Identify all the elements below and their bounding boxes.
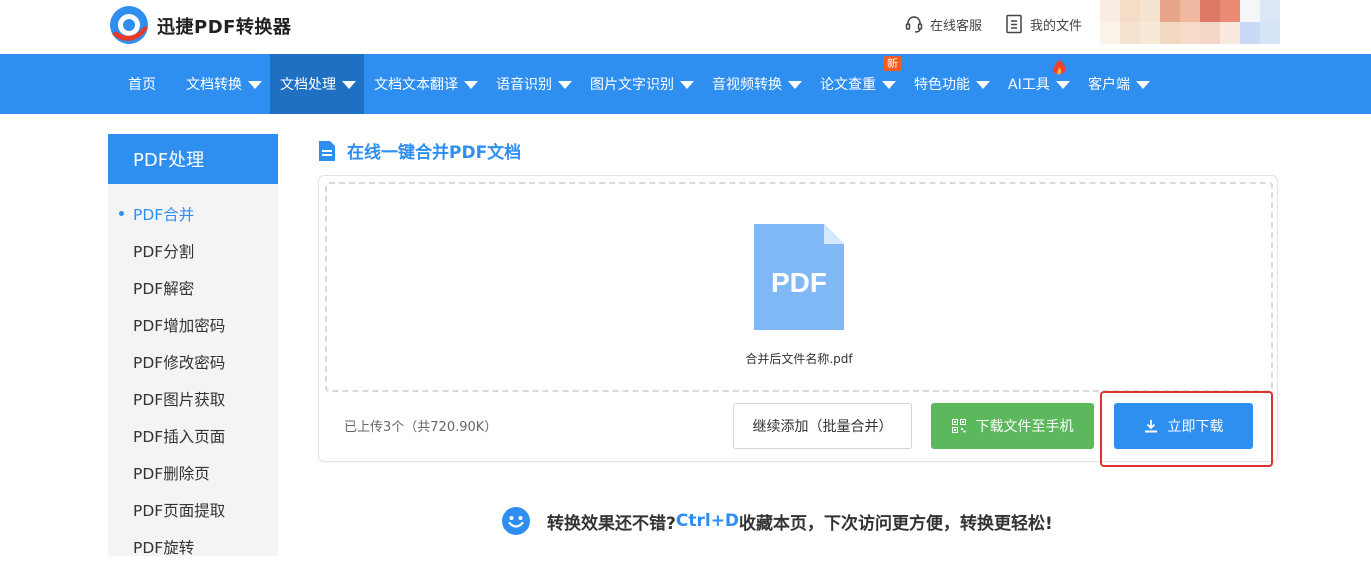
merged-file-name: 合并后文件名称.pdf <box>745 352 853 366</box>
download-now-label: 立即下载 <box>1167 419 1224 435</box>
nav-doc-process-label: 文档处理 <box>280 77 336 93</box>
upload-status: 已上传3个（共720.90K） <box>344 420 498 435</box>
nav-doc-process[interactable]: 文档处理 <box>270 54 364 114</box>
chevron-down-icon <box>558 81 572 89</box>
sidebar-item-label: PDF解密 <box>133 279 195 298</box>
chevron-down-icon <box>680 81 694 89</box>
tip-text-before: 转换效果还不错? <box>547 513 676 534</box>
file-list-icon <box>1006 14 1022 34</box>
merge-panel: PDF 合并后文件名称.pdf 已上传3个（共720.90K） 继续添加（批量合… <box>318 175 1278 462</box>
nav-doc-convert-label: 文档转换 <box>186 77 242 93</box>
nav-doc-convert[interactable]: 文档转换 <box>178 54 262 114</box>
chevron-down-icon <box>882 81 896 89</box>
download-to-phone-label: 下载文件至手机 <box>975 419 1074 435</box>
chevron-down-icon <box>1136 81 1150 89</box>
chevron-down-icon <box>464 81 478 89</box>
nav-doc-translate-label: 文档文本翻译 <box>374 77 458 93</box>
nav-speech-recognition[interactable]: 语音识别 <box>496 54 572 114</box>
brand-name[interactable]: 迅捷PDF转换器 <box>157 13 291 39</box>
nav-home-label: 首页 <box>128 77 156 93</box>
my-files-label: 我的文件 <box>1030 18 1083 34</box>
brand-logo-icon[interactable] <box>108 4 150 46</box>
download-icon <box>1144 420 1157 433</box>
tip-text-after: 收藏本页，下次访问更方便，转换更轻松! <box>739 513 1053 534</box>
section-title-text: 在线一键合并PDF文档 <box>347 143 522 163</box>
nav-av-convert-label: 音视频转换 <box>712 77 782 93</box>
headset-icon <box>905 16 923 33</box>
top-header: 迅捷PDF转换器 在线客服 我的文件 <box>0 0 1371 54</box>
sidebar-item-pdf-split[interactable]: PDF分割 <box>108 232 278 269</box>
nav-image-ocr-label: 图片文字识别 <box>590 77 674 93</box>
sidebar-item-pdf-page-extract[interactable]: PDF页面提取 <box>108 491 278 528</box>
nav-featured[interactable]: 特色功能 <box>914 54 990 114</box>
nav-client[interactable]: 客户端 <box>1088 54 1150 114</box>
nav-featured-label: 特色功能 <box>914 77 970 93</box>
pdf-file-icon: PDF <box>754 224 844 330</box>
chevron-down-icon <box>976 81 990 89</box>
sidebar-item-pdf-rotate[interactable]: PDF旋转 <box>108 528 278 565</box>
sidebar-item-pdf-merge[interactable]: PDF合并 <box>108 195 278 232</box>
tip-shortcut: Ctrl+D <box>675 511 740 531</box>
nav-image-ocr[interactable]: 图片文字识别 <box>590 54 694 114</box>
nav-av-convert[interactable]: 音视频转换 <box>712 54 802 114</box>
sidebar-item-pdf-change-password[interactable]: PDF修改密码 <box>108 343 278 380</box>
sidebar-item-label: PDF旋转 <box>133 538 195 557</box>
nav-speech-recognition-label: 语音识别 <box>496 77 552 93</box>
smile-icon <box>502 507 530 535</box>
online-service-link[interactable]: 在线客服 <box>904 14 982 34</box>
my-files-link[interactable]: 我的文件 <box>1004 14 1082 34</box>
sidebar-item-label: PDF删除页 <box>133 464 210 483</box>
sidebar-item-label: PDF图片获取 <box>133 390 226 409</box>
bookmark-tip: 转换效果还不错? Ctrl+D 收藏本页，下次访问更方便，转换更轻松! <box>501 506 1053 536</box>
flame-icon <box>1052 58 1066 75</box>
nav-home[interactable]: 首页 <box>114 54 170 114</box>
section-title: 在线一键合并PDF文档 <box>318 138 521 163</box>
new-badge: 新 <box>883 56 902 71</box>
sidebar-item-label: PDF插入页面 <box>133 427 226 446</box>
pdf-icon-text: PDF <box>771 267 827 298</box>
online-service-label: 在线客服 <box>930 18 983 34</box>
user-avatar-mosaic[interactable] <box>1100 0 1280 44</box>
main-nav: 首页 文档转换 文档处理 文档文本翻译 语音识别 图片文字识别 音视频转换 论文… <box>0 54 1371 114</box>
nav-ai-tools-label: AI工具 <box>1008 77 1050 93</box>
chevron-down-icon <box>1055 81 1070 89</box>
nav-doc-translate[interactable]: 文档文本翻译 <box>374 54 478 114</box>
nav-plagiarism-check-label: 论文查重 <box>820 77 876 93</box>
chevron-down-icon <box>342 81 356 89</box>
sidebar-item-label: PDF修改密码 <box>133 353 226 372</box>
file-dropzone[interactable]: PDF 合并后文件名称.pdf <box>325 182 1273 392</box>
sidebar-title: PDF处理 <box>108 134 278 184</box>
sidebar-item-pdf-insert-page[interactable]: PDF插入页面 <box>108 417 278 454</box>
sidebar-item-label: PDF页面提取 <box>133 501 226 520</box>
add-more-button-label: 继续添加（批量合并） <box>752 419 893 435</box>
sidebar-item-pdf-delete-page[interactable]: PDF删除页 <box>108 454 278 491</box>
sidebar-item-pdf-image-extract[interactable]: PDF图片获取 <box>108 380 278 417</box>
add-more-button[interactable]: 继续添加（批量合并） <box>733 403 912 449</box>
chevron-down-icon <box>248 81 262 89</box>
sidebar-item-label: PDF合并 <box>133 205 195 224</box>
qr-code-icon <box>951 419 966 433</box>
sidebar-item-label: PDF分割 <box>133 242 195 261</box>
download-to-phone-button[interactable]: 下载文件至手机 <box>931 403 1094 449</box>
download-now-button[interactable]: 立即下载 <box>1114 403 1253 449</box>
nav-client-label: 客户端 <box>1088 77 1130 93</box>
sidebar-item-pdf-decrypt[interactable]: PDF解密 <box>108 269 278 306</box>
sidebar-item-pdf-add-password[interactable]: PDF增加密码 <box>108 306 278 343</box>
active-dot-icon <box>119 211 124 216</box>
document-icon <box>319 140 335 161</box>
sidebar-item-label: PDF增加密码 <box>133 316 226 335</box>
chevron-down-icon <box>788 81 802 89</box>
sidebar-menu: PDF合并 PDF分割 PDF解密 PDF增加密码 PDF修改密码 PDF图片获… <box>108 184 278 557</box>
